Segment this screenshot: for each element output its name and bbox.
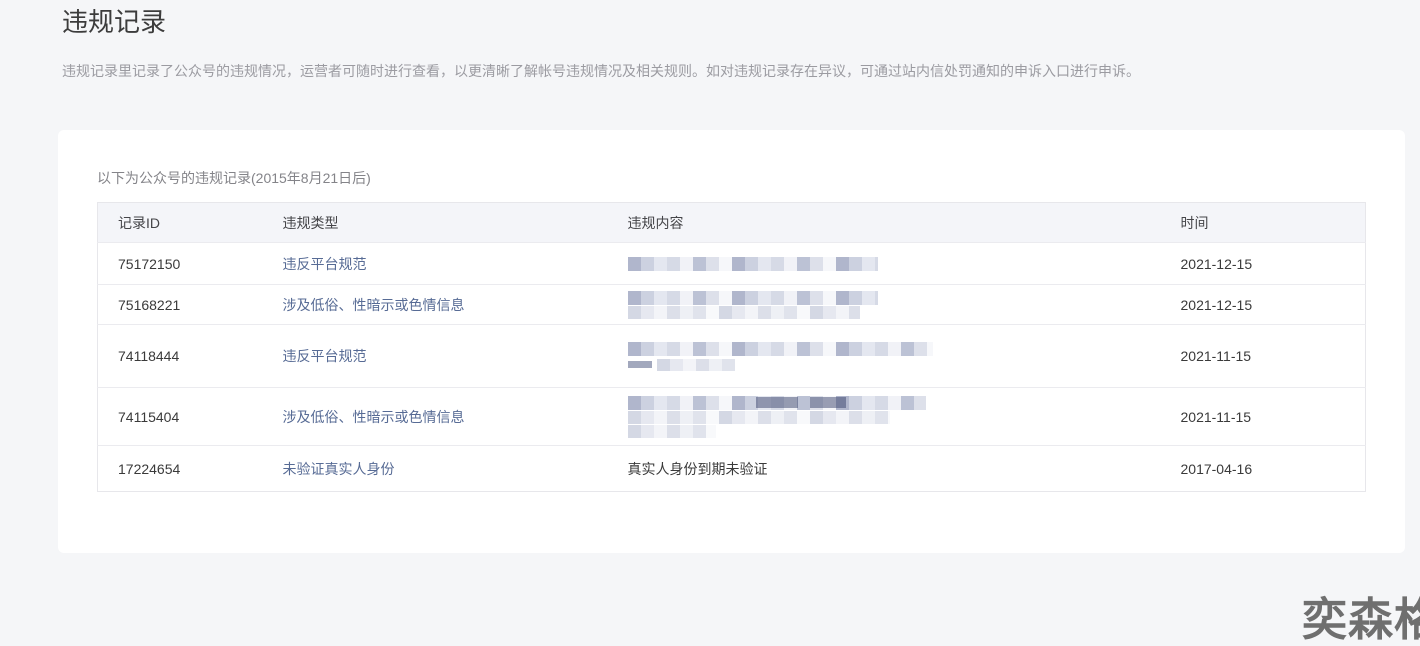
column-header-record-id: 记录ID [97,202,271,243]
redacted-text-fragment [755,396,798,408]
redacted-content-bar [627,290,878,305]
page-title: 违规记录 [62,7,167,38]
violation-content-redacted [616,388,1163,446]
table-row: 75172150 违反平台规范 2021-12-15 [97,242,1366,285]
redacted-content-bar [627,395,926,410]
violation-date: 2017-04-16 [1180,460,1253,477]
violation-records-table: 记录ID 违规类型 违规内容 时间 75172150 违反平台规范 2021-1… [97,202,1366,492]
record-id: 75172150 [118,255,181,272]
violation-type-link[interactable]: 涉及低俗、性暗示或色情信息 [283,409,465,425]
redacted-content-bar [656,358,735,371]
violation-type-link[interactable]: 未验证真实人身份 [283,461,395,477]
violation-date: 2021-12-15 [1180,296,1253,313]
table-row: 74115404 涉及低俗、性暗示或色情信息 2021-11-15 [97,387,1366,446]
redacted-text-fragment [627,361,652,368]
redacted-content-bar [627,256,878,271]
violation-records-card: 以下为公众号的违规记录(2015年8月21日后) 记录ID 违规类型 违规内容 … [58,130,1405,553]
violation-type-link[interactable]: 涉及低俗、性暗示或色情信息 [283,297,465,313]
violation-content-redacted [616,285,1163,325]
table-row: 75168221 涉及低俗、性暗示或色情信息 2021-12-15 [97,284,1366,325]
table-header-row: 记录ID 违规类型 违规内容 时间 [97,202,1366,243]
redacted-content-bar [627,341,933,356]
violation-type-link[interactable]: 违反平台规范 [283,256,367,272]
record-id: 17224654 [118,460,181,477]
redacted-text-fragment [809,396,846,408]
column-header-time: 时间 [1162,202,1366,243]
card-heading: 以下为公众号的违规记录(2015年8月21日后) [97,170,371,186]
violation-content: 真实人身份到期未验证 [627,460,768,477]
violation-date: 2021-11-15 [1180,408,1252,425]
violation-date: 2021-11-15 [1180,348,1252,364]
table-row: 74118444 违反平台规范 2021-11-15 [97,324,1366,388]
record-id: 75168221 [118,296,181,313]
record-id: 74118444 [118,348,180,364]
watermark-logo: 奕森格 [1302,593,1420,646]
violation-content-redacted [616,325,1163,388]
redacted-content-bar [627,424,716,438]
record-id: 74115404 [118,408,180,425]
table-row: 17224654 未验证真实人身份 真实人身份到期未验证 2017-04-16 [97,445,1366,492]
redacted-content-bar [627,410,890,424]
violation-type-link[interactable]: 违反平台规范 [283,348,367,364]
violation-content-redacted [616,243,1163,285]
column-header-violation-type: 违规类型 [270,202,616,243]
violation-date: 2021-12-15 [1180,255,1253,272]
redacted-content-bar [627,305,860,319]
page-description: 违规记录里记录了公众号的违规情况，运营者可随时进行查看，以更清晰了解帐号违规情况… [62,63,1140,79]
column-header-violation-content: 违规内容 [615,202,1163,243]
